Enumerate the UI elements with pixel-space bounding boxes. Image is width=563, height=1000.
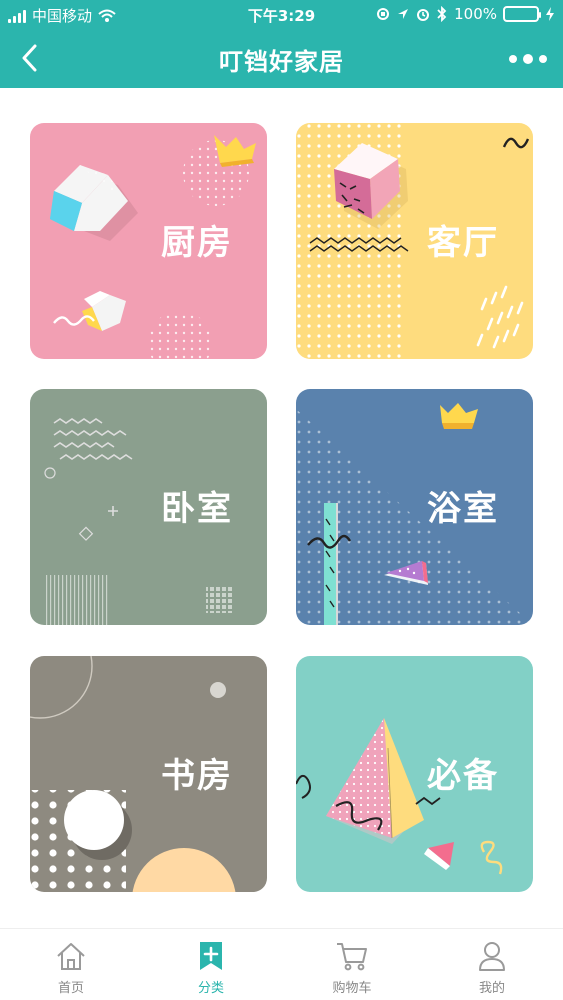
category-tile-essentials[interactable]: 必备 — [296, 656, 533, 892]
more-dot — [523, 54, 533, 64]
tab-home[interactable]: 首页 — [31, 939, 111, 996]
user-icon — [452, 939, 532, 973]
tab-category[interactable]: 分类 — [171, 939, 251, 996]
tab-cart[interactable]: 购物车 — [312, 939, 392, 996]
tab-label: 分类 — [197, 981, 224, 996]
navigation-bar: 叮铛好家居 — [0, 30, 563, 88]
tab-label: 首页 — [57, 981, 84, 996]
tab-label: 我的 — [478, 981, 505, 996]
battery-percent: 100% — [454, 5, 497, 23]
category-tile-living-room[interactable]: 客厅 — [296, 123, 533, 359]
alarm-icon — [417, 9, 430, 21]
category-tile-kitchen[interactable]: 厨房 — [30, 123, 267, 359]
category-label: 厨房 — [161, 223, 233, 263]
tab-label: 购物车 — [332, 981, 372, 996]
category-label: 浴室 — [427, 489, 499, 529]
bluetooth-icon — [437, 6, 447, 22]
orientation-lock-icon — [377, 8, 390, 20]
charging-icon — [546, 7, 554, 21]
category-tile-study[interactable]: 书房 — [30, 656, 267, 892]
battery-icon — [503, 6, 541, 22]
cart-icon — [312, 939, 392, 973]
page-title: 叮铛好家居 — [219, 48, 344, 76]
category-bookmark-icon — [171, 939, 251, 973]
status-right: 100% — [376, 5, 555, 23]
status-bar: 中国移动 下午3:29 100% — [0, 0, 563, 30]
more-options-button[interactable] — [503, 42, 553, 76]
category-tile-bedroom[interactable]: 卧室 — [30, 389, 267, 625]
location-icon — [398, 9, 409, 19]
bottom-tab-bar: 首页 分类 购物车 我的 — [0, 928, 563, 1000]
category-label: 客厅 — [427, 223, 499, 263]
category-label: 书房 — [161, 756, 233, 796]
more-dot — [509, 55, 517, 63]
more-dot — [539, 55, 547, 63]
tab-profile[interactable]: 我的 — [452, 939, 532, 996]
category-label: 卧室 — [161, 489, 233, 529]
category-tile-bathroom[interactable]: 浴室 — [296, 389, 533, 625]
category-label: 必备 — [427, 756, 499, 796]
header-bar: 中国移动 下午3:29 100% 叮铛好家居 — [0, 0, 563, 88]
home-icon — [31, 939, 111, 973]
category-grid: 厨房 客厅 卧室 浴室 书房 必备 — [0, 88, 563, 928]
